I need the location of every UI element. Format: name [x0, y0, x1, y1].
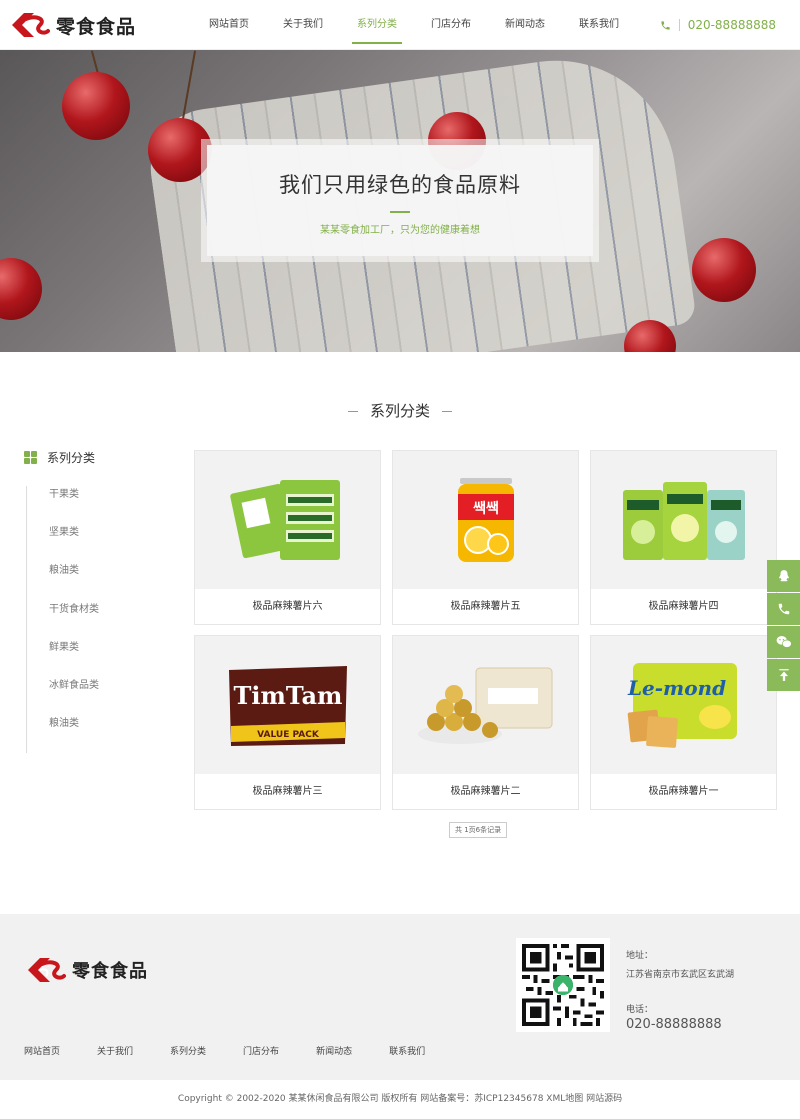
back-to-top-button[interactable]	[767, 659, 800, 691]
svg-text:VALUE PACK: VALUE PACK	[257, 730, 320, 740]
banner-caption: 我们只用绿色的食品原料 某某零食加工厂，只为您的健康着想	[207, 145, 593, 256]
sidebar-list: 干果类 坚果类 粮油类 干货食材类 鲜果类 冰鲜食品类 粮油类	[26, 486, 174, 754]
hero-banner: 我们只用绿色的食品原料 某某零食加工厂，只为您的健康着想	[0, 50, 800, 352]
product-name[interactable]: 极品麻辣薯片六	[195, 589, 380, 624]
phone-label: 电话：	[626, 1005, 654, 1015]
footer-nav-home[interactable]: 网站首页	[24, 1044, 60, 1057]
back-to-top-icon	[778, 669, 789, 681]
phone-icon	[778, 603, 789, 615]
footer-nav-news[interactable]: 新闻动态	[316, 1044, 352, 1057]
cherry	[62, 72, 130, 140]
banner-subtitle: 某某零食加工厂，只为您的健康着想	[320, 225, 480, 236]
phone-icon	[661, 20, 670, 30]
ferrero-box-icon	[417, 667, 552, 744]
product-image[interactable]: Le-mond	[591, 636, 776, 774]
product-image[interactable]	[195, 451, 380, 589]
footer-contact: 地址： 江苏省南京市玄武区玄武湖 电话： 020-88888888	[626, 948, 734, 1032]
phone-button[interactable]	[767, 593, 800, 625]
logo-mark-icon	[12, 13, 50, 37]
copyright-bar: Copyright © 2002-2020 某某休闲食品有限公司 版权所有 网站…	[0, 1080, 800, 1119]
header-phone: 020-88888888	[660, 0, 776, 50]
timtam-pack-icon: TimTam VALUE PACK	[228, 666, 347, 746]
section-title-text: 系列分类	[369, 402, 430, 420]
floating-toolbar	[767, 560, 800, 692]
footer-logo[interactable]: 零食食品	[26, 954, 148, 986]
svg-text:Le-mond: Le-mond	[626, 676, 725, 700]
sidebar-item[interactable]: 冰鲜食品类	[49, 677, 174, 715]
product-name[interactable]: 极品麻辣薯片四	[591, 589, 776, 624]
nav-news[interactable]: 新闻动态	[488, 0, 562, 50]
sidebar-item[interactable]: 干果类	[49, 486, 174, 524]
cherry-stem	[181, 50, 197, 120]
sidebar-item[interactable]: 鲜果类	[49, 639, 174, 677]
svg-text:쌕쌕: 쌕쌕	[473, 501, 499, 517]
footer-nav-stores[interactable]: 门店分布	[243, 1044, 279, 1057]
sidebar-item[interactable]: 坚果类	[49, 524, 174, 562]
qq-button[interactable]	[767, 560, 800, 592]
site-header: 零食食品 网站首页 关于我们 系列分类 门店分布 新闻动态 联系我们 020-8…	[0, 0, 800, 50]
footer-phone: 020-88888888	[626, 1017, 722, 1032]
category-sidebar: 系列分类 干果类 坚果类 粮油类 干货食材类 鲜果类 冰鲜食品类 粮油类	[24, 448, 174, 754]
product-card[interactable]: 极品麻辣薯片二	[392, 635, 579, 810]
phone-divider	[678, 19, 680, 31]
logo-mark-icon	[28, 958, 66, 982]
footer-nav-products[interactable]: 系列分类	[170, 1044, 206, 1057]
product-card[interactable]: 极品麻辣薯片四	[590, 450, 777, 625]
lemond-biscuit-icon: Le-mond	[626, 663, 737, 748]
title-dash-left	[347, 411, 358, 412]
main-nav: 网站首页 关于我们 系列分类 门店分布 新闻动态 联系我们	[192, 0, 636, 50]
gum-bags-icon	[622, 482, 745, 560]
footer-logo-text: 零食食品	[72, 961, 148, 982]
banner-title: 我们只用绿色的食品原料	[279, 173, 521, 197]
juice-can-icon: 쌕쌕	[457, 478, 514, 562]
wechat-icon	[776, 636, 792, 648]
qq-icon	[778, 570, 789, 582]
sidebar-item[interactable]: 干货食材类	[49, 601, 174, 639]
product-card[interactable]: 쌕쌕 极品麻辣薯片五	[392, 450, 579, 625]
product-image[interactable]: TimTam VALUE PACK	[195, 636, 380, 774]
logo-text: 零食食品	[56, 15, 137, 38]
qr-code-icon	[522, 944, 604, 1026]
qr-code	[516, 938, 610, 1032]
sidebar-item[interactable]: 粮油类	[49, 562, 174, 600]
product-image[interactable]: 쌕쌕	[393, 451, 578, 589]
title-dash-right	[442, 411, 452, 412]
product-card[interactable]: TimTam VALUE PACK 极品麻辣薯片三	[194, 635, 381, 810]
site-footer: 零食食品 网站首页 关于我们 系列分类 门店分布 新闻动态 联系我们 地址： 江…	[0, 914, 800, 1080]
product-name[interactable]: 极品麻辣薯片五	[393, 589, 578, 624]
product-name[interactable]: 极品麻辣薯片二	[393, 774, 578, 809]
pagination-info: 共 1页6条记录	[449, 822, 508, 838]
product-card[interactable]: 极品麻辣薯片六	[194, 450, 381, 625]
cherry	[0, 258, 42, 320]
product-image[interactable]	[393, 636, 578, 774]
section-title: 系列分类	[0, 400, 800, 421]
sidebar-header: 系列分类	[24, 448, 174, 466]
site-logo[interactable]: 零食食品	[10, 9, 136, 41]
doublemint-pack-icon	[229, 480, 340, 560]
cherry	[692, 238, 756, 302]
svg-text:TimTam: TimTam	[233, 681, 342, 710]
header-phone-number: 020-88888888	[687, 18, 776, 32]
nav-about[interactable]: 关于我们	[266, 0, 340, 50]
footer-nav: 网站首页 关于我们 系列分类 门店分布 新闻动态 联系我们	[24, 1044, 462, 1057]
nav-products[interactable]: 系列分类	[340, 0, 414, 50]
address-label: 地址：	[626, 951, 654, 961]
grid-icon	[24, 450, 37, 464]
footer-nav-contact[interactable]: 联系我们	[389, 1044, 425, 1057]
product-name[interactable]: 极品麻辣薯片三	[195, 774, 380, 809]
nav-stores[interactable]: 门店分布	[414, 0, 488, 50]
wechat-button[interactable]	[767, 626, 800, 658]
product-name[interactable]: 极品麻辣薯片一	[591, 774, 776, 809]
product-image[interactable]	[591, 451, 776, 589]
product-card[interactable]: Le-mond 极品麻辣薯片一	[590, 635, 777, 810]
sidebar-title: 系列分类	[47, 450, 96, 465]
banner-caption-box: 我们只用绿色的食品原料 某某零食加工厂，只为您的健康着想	[201, 139, 599, 262]
nav-home[interactable]: 网站首页	[192, 0, 266, 50]
banner-divider	[390, 211, 410, 213]
nav-contact[interactable]: 联系我们	[562, 0, 636, 50]
sidebar-item[interactable]: 粮油类	[49, 715, 174, 753]
address-value: 江苏省南京市玄武区玄武湖	[626, 970, 735, 980]
footer-nav-about[interactable]: 关于我们	[97, 1044, 133, 1057]
